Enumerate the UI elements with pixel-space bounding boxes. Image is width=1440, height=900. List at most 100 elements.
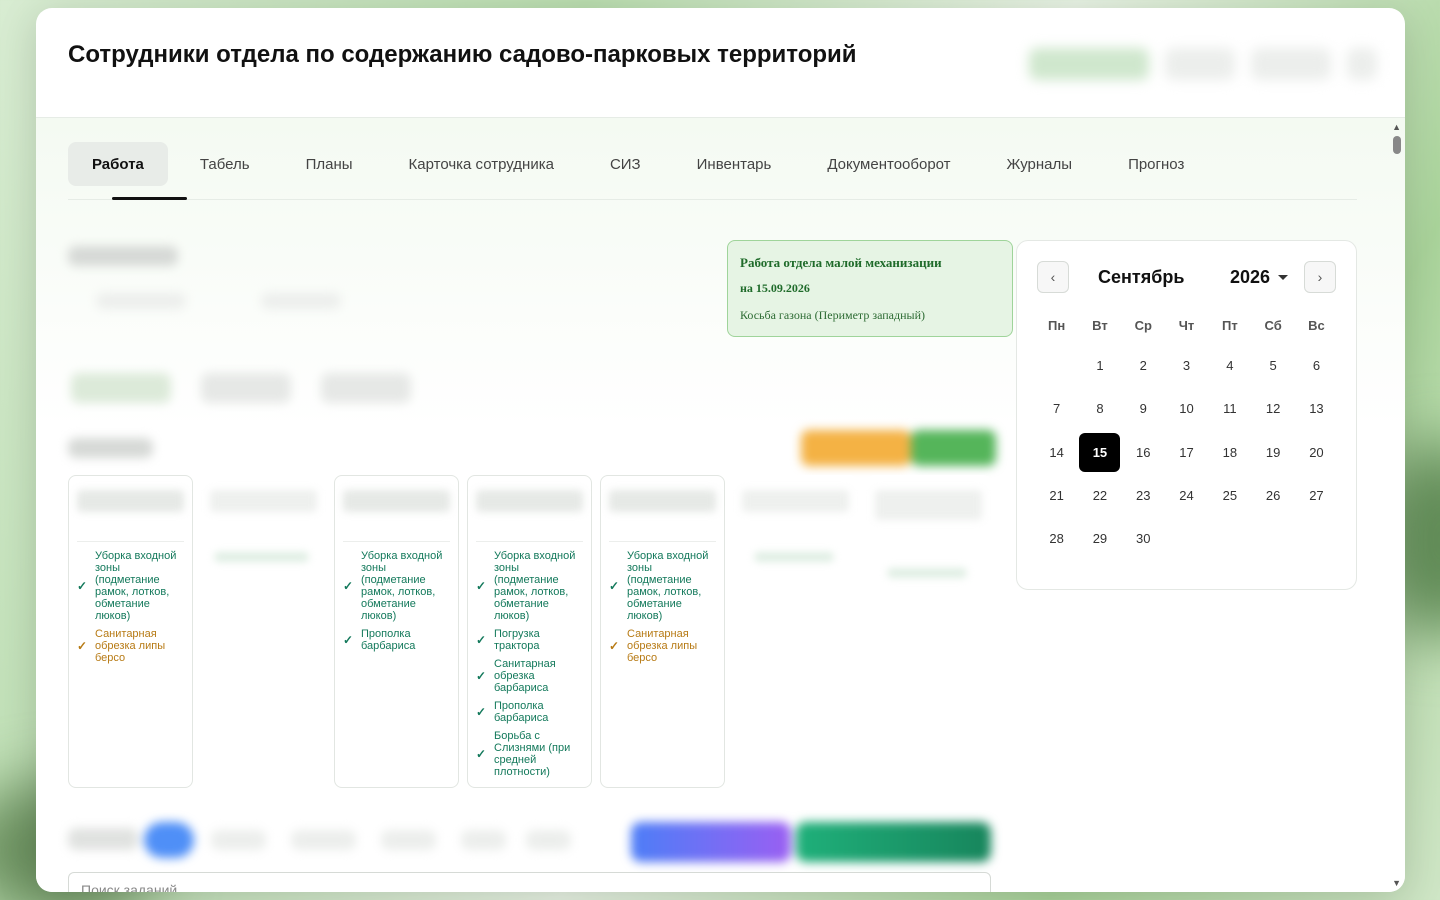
calendar-day[interactable]: 13 xyxy=(1295,387,1338,430)
header-actions xyxy=(1029,48,1377,80)
obscured-filter-chip[interactable] xyxy=(211,830,266,850)
calendar-day[interactable]: 23 xyxy=(1122,474,1165,517)
calendar-day[interactable]: 19 xyxy=(1251,431,1294,474)
calendar-weeks: 1 2 3 4 5 6 7 8 9 10 11 12 13 14 15 16 17 18 19 20 21 22 23 24 2… xyxy=(1035,344,1338,560)
task-item[interactable]: ✓ Уборка входной зоны (подметание рамок, … xyxy=(609,550,718,622)
calendar-day-number: 2 xyxy=(1139,358,1147,374)
calendar-day[interactable]: 29 xyxy=(1078,517,1121,560)
calendar-day[interactable]: 25 xyxy=(1208,474,1251,517)
calendar-day[interactable]: 10 xyxy=(1165,387,1208,430)
calendar-day[interactable]: 3 xyxy=(1165,344,1208,387)
check-icon: ✓ xyxy=(343,633,354,647)
tab-plans[interactable]: Планы xyxy=(282,142,377,186)
task-item[interactable]: ✓ Борьба с Слизнями (при средней плотност… xyxy=(476,730,585,778)
calendar-day[interactable]: 1 xyxy=(1078,344,1121,387)
calendar-day[interactable]: 8 xyxy=(1078,387,1121,430)
tab-forecast[interactable]: Прогноз xyxy=(1104,142,1208,186)
task-item[interactable]: ✓ Санитарная обрезка липы берсо xyxy=(77,628,186,664)
header-action-button[interactable] xyxy=(1165,48,1235,80)
obscured-task xyxy=(887,568,967,578)
year-select[interactable]: 2026 xyxy=(1230,267,1270,288)
calendar-empty-cell xyxy=(1208,517,1251,560)
task-item[interactable]: ✓ Уборка входной зоны (подметание рамок, … xyxy=(77,550,186,622)
calendar-day-number: 9 xyxy=(1139,401,1147,417)
week-row: 28 29 30 xyxy=(1035,517,1338,560)
scroll-thumb[interactable] xyxy=(1393,136,1401,154)
obscured-filter-chip[interactable] xyxy=(461,830,506,850)
calendar-day[interactable]: 4 xyxy=(1208,344,1251,387)
next-month-button[interactable]: › xyxy=(1304,261,1336,293)
obscured-action-button[interactable] xyxy=(911,430,996,466)
calendar-day[interactable]: 26 xyxy=(1251,474,1294,517)
task-list: ✓ Уборка входной зоны (подметание рамок, … xyxy=(609,550,718,670)
obscured-action-button[interactable] xyxy=(801,430,911,466)
calendar-day[interactable]: 17 xyxy=(1165,431,1208,474)
calendar-day[interactable]: 5 xyxy=(1251,344,1294,387)
obscured-button[interactable] xyxy=(321,373,411,403)
calendar-day[interactable]: 30 xyxy=(1122,517,1165,560)
tab-work[interactable]: Работа xyxy=(68,142,168,186)
tab-employee-card[interactable]: Карточка сотрудника xyxy=(385,142,578,186)
obscured-filter-chip[interactable] xyxy=(144,822,194,858)
calendar-day[interactable]: 9 xyxy=(1122,387,1165,430)
check-icon: ✓ xyxy=(476,633,487,647)
obscured-filter-chip[interactable] xyxy=(381,830,436,850)
calendar-day[interactable]: 7 xyxy=(1035,387,1078,430)
check-icon: ✓ xyxy=(77,639,88,653)
calendar-day[interactable]: 11 xyxy=(1208,387,1251,430)
task-item[interactable]: ✓ Уборка входной зоны (подметание рамок, … xyxy=(343,550,452,622)
obscured-primary-button[interactable] xyxy=(796,822,991,862)
calendar-day[interactable]: 18 xyxy=(1208,431,1251,474)
card-header xyxy=(609,490,716,512)
task-item[interactable]: ✓ Санитарная обрезка барбариса xyxy=(476,658,585,694)
task-text: Борьба с Слизнями (при средней плотности… xyxy=(494,730,571,778)
calendar-day[interactable]: 16 xyxy=(1122,431,1165,474)
task-text: Санитарная обрезка липы берсо xyxy=(627,628,698,664)
calendar-empty-cell xyxy=(1295,517,1338,560)
header-action-button[interactable] xyxy=(1029,48,1149,80)
calendar-day[interactable]: 24 xyxy=(1165,474,1208,517)
prev-month-button[interactable]: ‹ xyxy=(1037,261,1069,293)
calendar-day-selected[interactable]: 15 xyxy=(1078,431,1121,474)
task-card-obscured xyxy=(201,475,326,788)
task-item[interactable]: ✓ Прополка барбариса xyxy=(476,700,585,724)
task-item[interactable]: ✓ Прополка барбариса xyxy=(343,628,452,652)
task-item[interactable]: ✓ Санитарная обрезка липы берсо xyxy=(609,628,718,664)
tab-ppe[interactable]: СИЗ xyxy=(586,142,665,186)
obscured-button[interactable] xyxy=(71,373,171,403)
calendar-day[interactable]: 27 xyxy=(1295,474,1338,517)
calendar-day[interactable]: 2 xyxy=(1122,344,1165,387)
obscured-filter-chip[interactable] xyxy=(526,830,571,850)
header-action-button[interactable] xyxy=(1251,48,1331,80)
scroll-down-icon[interactable]: ▼ xyxy=(1392,878,1401,888)
calendar-day[interactable]: 28 xyxy=(1035,517,1078,560)
notice-date: на 15.09.2026 xyxy=(740,281,810,295)
obscured-primary-button[interactable] xyxy=(631,822,791,862)
calendar-day[interactable]: 12 xyxy=(1251,387,1294,430)
scrollbar[interactable]: ▲ ▼ xyxy=(1389,118,1405,892)
task-item[interactable]: ✓ Погрузка трактора xyxy=(476,628,585,652)
scroll-up-icon[interactable]: ▲ xyxy=(1392,122,1401,132)
tab-journals[interactable]: Журналы xyxy=(983,142,1097,186)
obscured-filter-chip[interactable] xyxy=(291,830,356,850)
weekday-label: Сб xyxy=(1264,318,1282,333)
calendar-day[interactable]: 14 xyxy=(1035,431,1078,474)
search-input[interactable] xyxy=(68,872,991,892)
calendar-day-number: 13 xyxy=(1309,401,1324,417)
calendar-day[interactable]: 20 xyxy=(1295,431,1338,474)
tab-inventory[interactable]: Инвентарь xyxy=(673,142,796,186)
calendar-day-number: 21 xyxy=(1049,488,1064,504)
task-text: Погрузка трактора xyxy=(494,628,540,652)
obscured-button[interactable] xyxy=(201,373,291,403)
calendar-day[interactable]: 6 xyxy=(1295,344,1338,387)
calendar-day[interactable]: 21 xyxy=(1035,474,1078,517)
task-item[interactable]: ✓ Уборка входной зоны (подметание рамок, … xyxy=(476,550,585,622)
chevron-down-icon[interactable] xyxy=(1278,275,1288,280)
header-menu-button[interactable] xyxy=(1347,48,1377,80)
calendar-day-number: 19 xyxy=(1265,444,1281,460)
card-header xyxy=(343,490,450,512)
tab-timesheet[interactable]: Табель xyxy=(176,142,274,186)
calendar-day-number: 16 xyxy=(1136,444,1151,460)
tab-documents[interactable]: Документооборот xyxy=(803,142,974,186)
calendar-day[interactable]: 22 xyxy=(1078,474,1121,517)
